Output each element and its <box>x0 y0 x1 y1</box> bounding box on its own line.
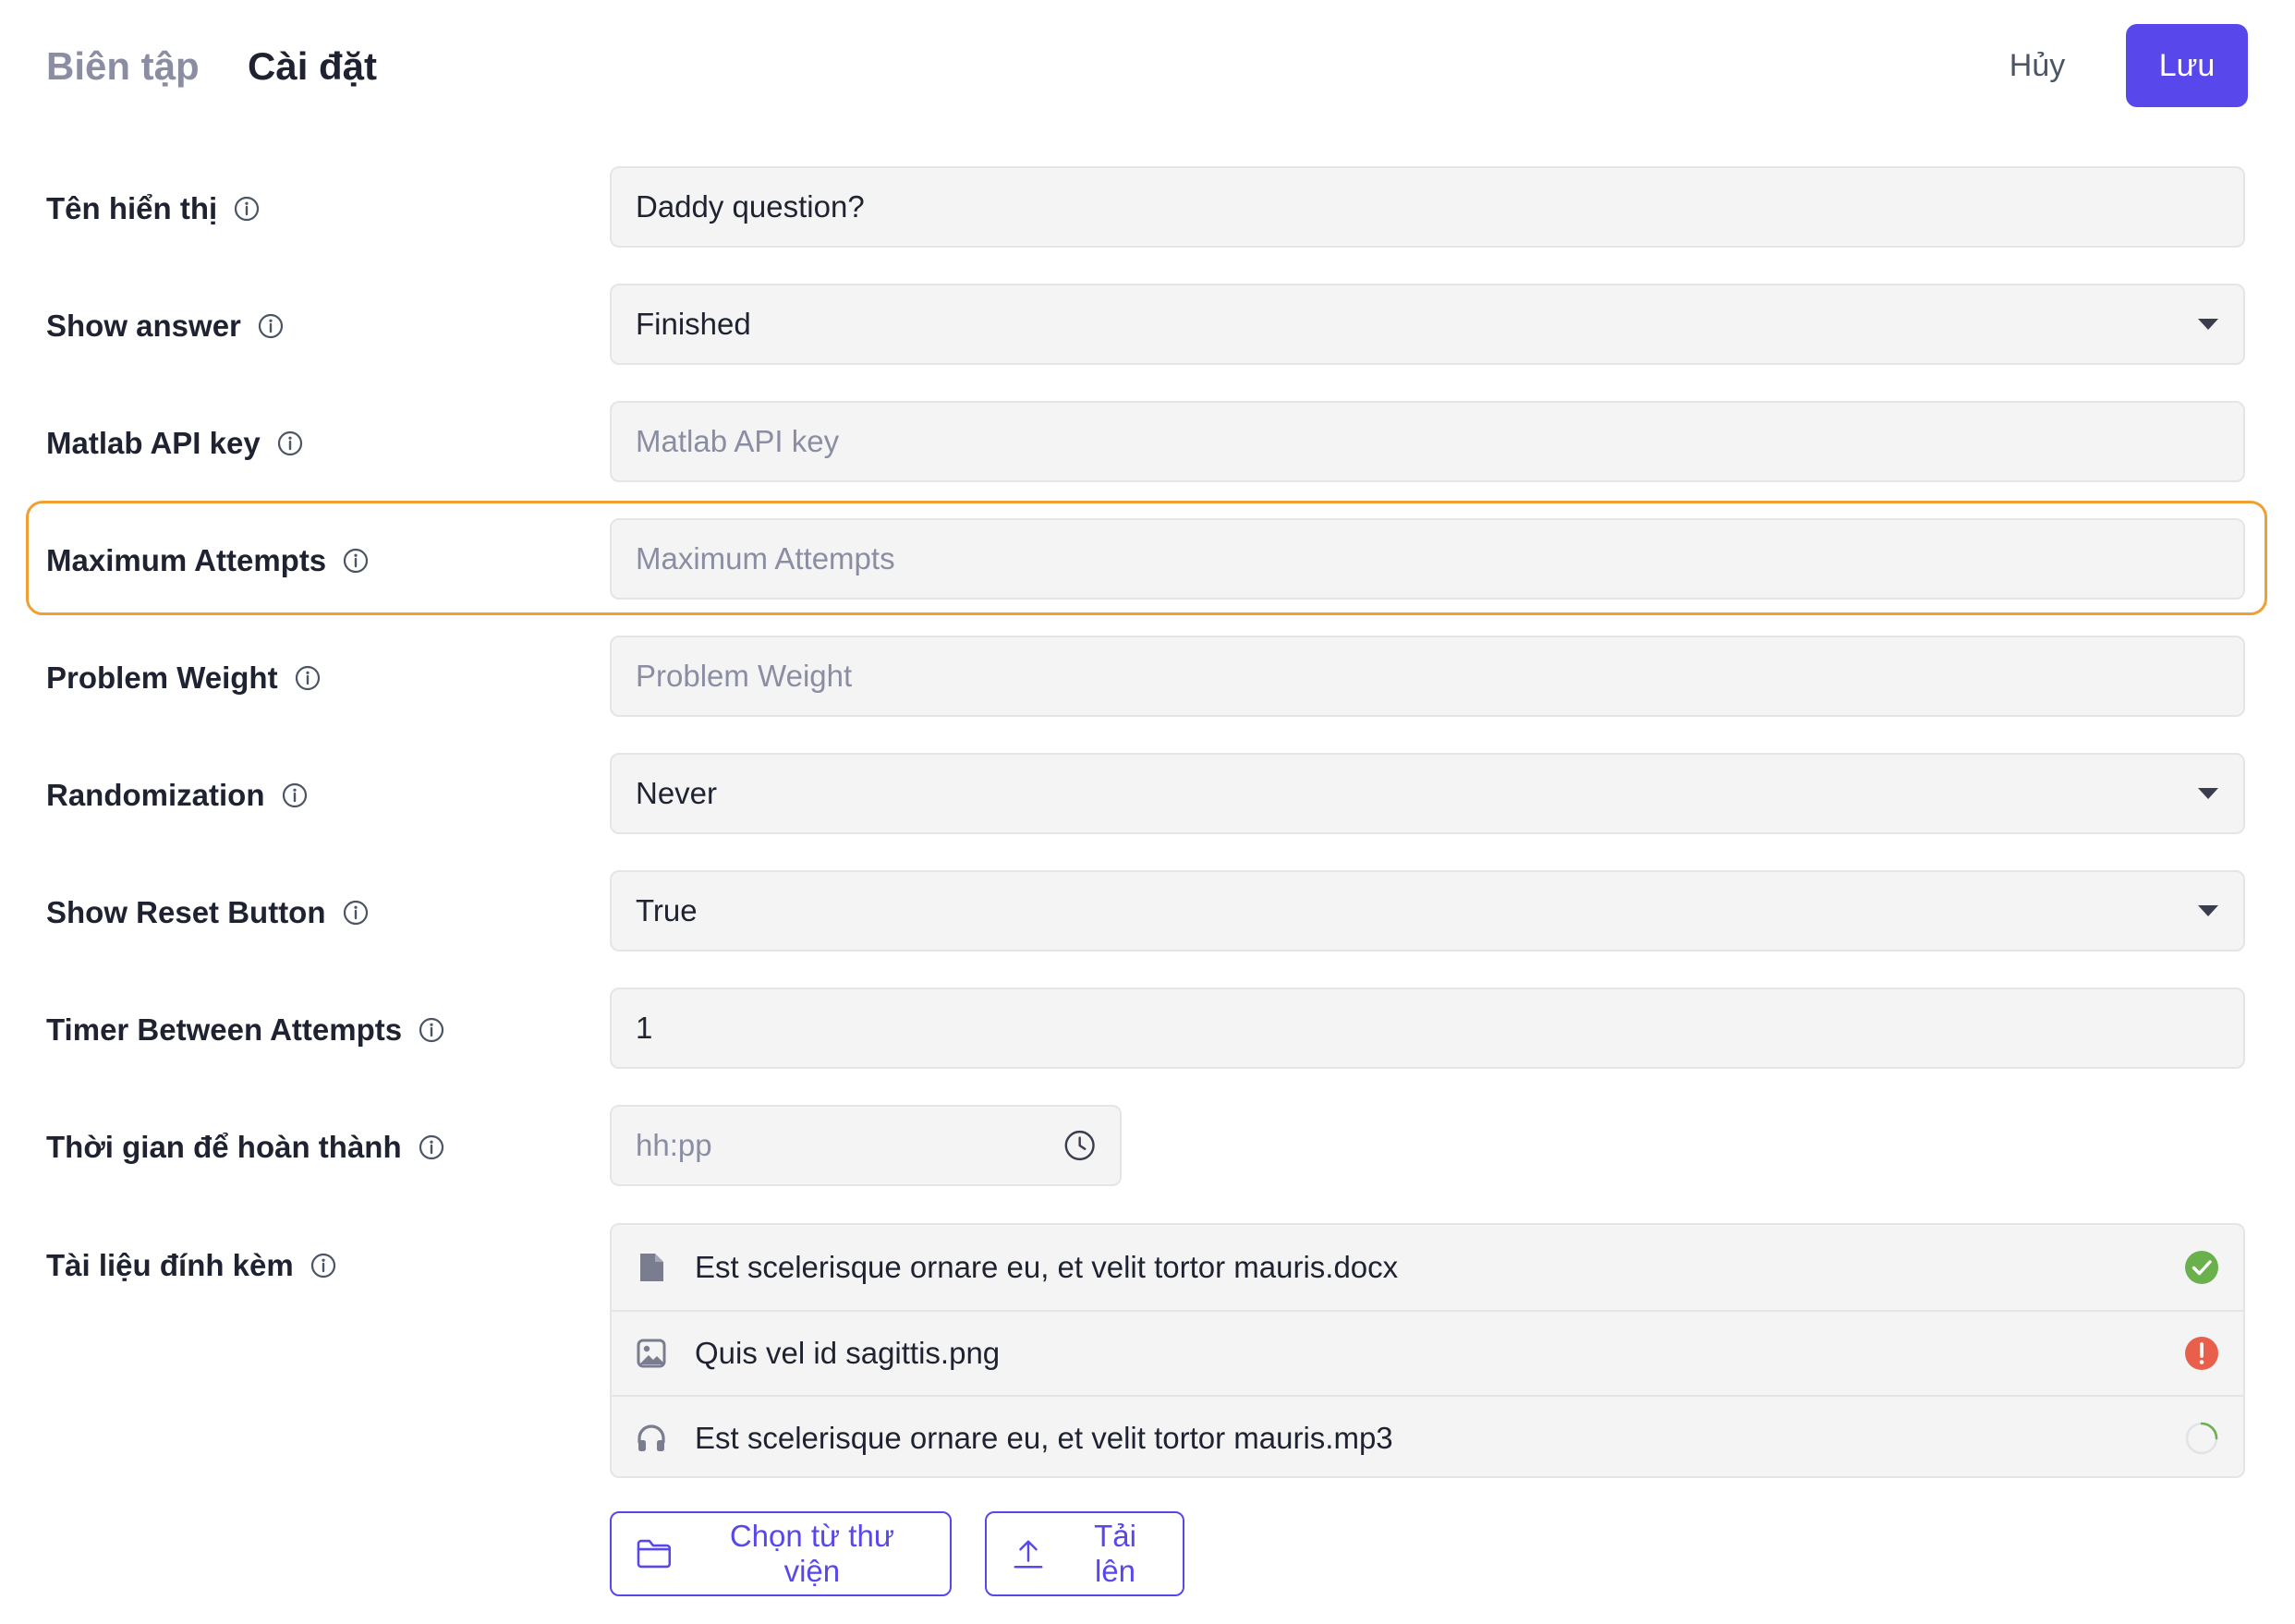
tab-settings[interactable]: Cài đặt <box>248 42 377 91</box>
show-answer-value: Finished <box>636 307 751 341</box>
problem-weight-row: Problem Weight <box>0 636 2295 721</box>
randomization-select[interactable]: Never <box>610 753 2245 834</box>
timer-between-attempts-input-wrapper <box>610 988 2245 1069</box>
problem-weight-label-text: Problem Weight <box>46 661 278 695</box>
info-icon[interactable] <box>419 1134 444 1160</box>
upload-icon <box>1014 1540 1043 1569</box>
show-reset-button-row: Show Reset Button True <box>0 870 2295 955</box>
matlab-api-key-input-wrapper <box>610 401 2245 482</box>
completion-time-input-wrapper <box>610 1105 1122 1186</box>
maximum-attempts-label-text: Maximum Attempts <box>46 543 327 577</box>
display-name-input-wrapper <box>610 166 2245 248</box>
chevron-down-icon <box>2198 905 2218 916</box>
completion-time-label: Thời gian để hoàn thành <box>46 1105 444 1190</box>
cancel-button[interactable]: Hủy <box>1977 24 2097 107</box>
display-name-input[interactable] <box>636 189 2219 224</box>
randomization-value: Never <box>636 776 718 810</box>
chevron-down-icon <box>2198 788 2218 799</box>
timer-between-attempts-label: Timer Between Attempts <box>46 988 444 1073</box>
matlab-api-key-label: Matlab API key <box>46 401 303 486</box>
attachment-name: Quis vel id sagittis.png <box>695 1336 1001 1370</box>
completion-time-label-text: Thời gian để hoàn thành <box>46 1130 402 1164</box>
error-circle-icon <box>2185 1337 2218 1370</box>
attachment-name: Est scelerisque ornare eu, et velit tort… <box>695 1421 1393 1455</box>
problem-weight-input-wrapper <box>610 636 2245 717</box>
timer-between-attempts-row: Timer Between Attempts <box>0 988 2295 1073</box>
matlab-api-key-input[interactable] <box>636 424 2219 459</box>
problem-weight-label: Problem Weight <box>46 636 321 721</box>
attachment-name: Est scelerisque ornare eu, et velit tort… <box>695 1250 1399 1284</box>
document-icon <box>640 1254 663 1281</box>
info-icon[interactable] <box>295 665 321 691</box>
check-circle-icon <box>2185 1251 2218 1284</box>
loading-spinner-icon <box>2185 1422 2218 1455</box>
upload-button[interactable]: Tải lên <box>985 1511 1184 1596</box>
info-icon[interactable] <box>310 1253 336 1279</box>
timer-between-attempts-input[interactable] <box>636 1011 2219 1046</box>
folder-icon <box>637 1539 672 1569</box>
info-icon[interactable] <box>277 430 303 456</box>
image-icon <box>637 1339 666 1368</box>
info-icon[interactable] <box>282 782 308 808</box>
attachment-item[interactable]: Est scelerisque ornare eu, et velit tort… <box>612 1395 2243 1476</box>
show-reset-button-select[interactable]: True <box>610 870 2245 951</box>
completion-time-row: Thời gian để hoàn thành <box>0 1105 2295 1190</box>
display-name-label-text: Tên hiển thị <box>46 191 218 225</box>
upload-label: Tải lên <box>1094 1519 1136 1588</box>
settings-page: Biên tập Cài đặt Hủy Lưu Tên hiển thị Sh… <box>0 0 2295 1624</box>
show-reset-button-value: True <box>636 893 698 927</box>
clock-icon[interactable] <box>1063 1128 1096 1163</box>
show-reset-button-label: Show Reset Button <box>46 870 369 955</box>
show-answer-label-text: Show answer <box>46 309 241 343</box>
completion-time-input[interactable] <box>636 1128 1063 1163</box>
choose-from-library-label: Chọn từ thư viện <box>729 1519 894 1588</box>
info-icon[interactable] <box>343 900 369 926</box>
randomization-label: Randomization <box>46 753 308 838</box>
chevron-down-icon <box>2198 319 2218 330</box>
header: Biên tập Cài đặt Hủy Lưu <box>0 0 2295 129</box>
maximum-attempts-input-wrapper <box>610 518 2245 600</box>
attachments-label: Tài liệu đính kèm <box>46 1223 336 1308</box>
headphones-icon <box>638 1424 665 1451</box>
choose-from-library-button[interactable]: Chọn từ thư viện <box>610 1511 952 1596</box>
attachment-item[interactable]: Est scelerisque ornare eu, et velit tort… <box>612 1225 2243 1310</box>
randomization-label-text: Randomization <box>46 778 265 812</box>
info-icon[interactable] <box>234 196 260 222</box>
attachment-item[interactable]: Quis vel id sagittis.png <box>612 1310 2243 1395</box>
attachment-list: Est scelerisque ornare eu, et velit tort… <box>610 1223 2245 1478</box>
maximum-attempts-row: Maximum Attempts <box>0 518 2295 603</box>
matlab-api-key-row: Matlab API key <box>0 401 2295 486</box>
maximum-attempts-input[interactable] <box>636 541 2219 576</box>
show-answer-label: Show answer <box>46 284 284 369</box>
info-icon[interactable] <box>343 548 369 574</box>
matlab-api-key-label-text: Matlab API key <box>46 426 261 460</box>
tab-edit[interactable]: Biên tập <box>46 42 200 91</box>
problem-weight-input[interactable] <box>636 659 2219 694</box>
display-name-label: Tên hiển thị <box>46 166 260 251</box>
info-icon[interactable] <box>419 1017 444 1043</box>
display-name-row: Tên hiển thị <box>0 166 2295 251</box>
timer-between-attempts-label-text: Timer Between Attempts <box>46 1012 403 1047</box>
save-button[interactable]: Lưu <box>2126 24 2248 107</box>
show-reset-button-label-text: Show Reset Button <box>46 895 326 929</box>
maximum-attempts-label: Maximum Attempts <box>46 518 369 603</box>
info-icon[interactable] <box>258 313 284 339</box>
attachments-label-text: Tài liệu đính kèm <box>46 1248 294 1282</box>
show-answer-row: Show answer Finished <box>0 284 2295 369</box>
show-answer-select[interactable]: Finished <box>610 284 2245 365</box>
randomization-row: Randomization Never <box>0 753 2295 838</box>
